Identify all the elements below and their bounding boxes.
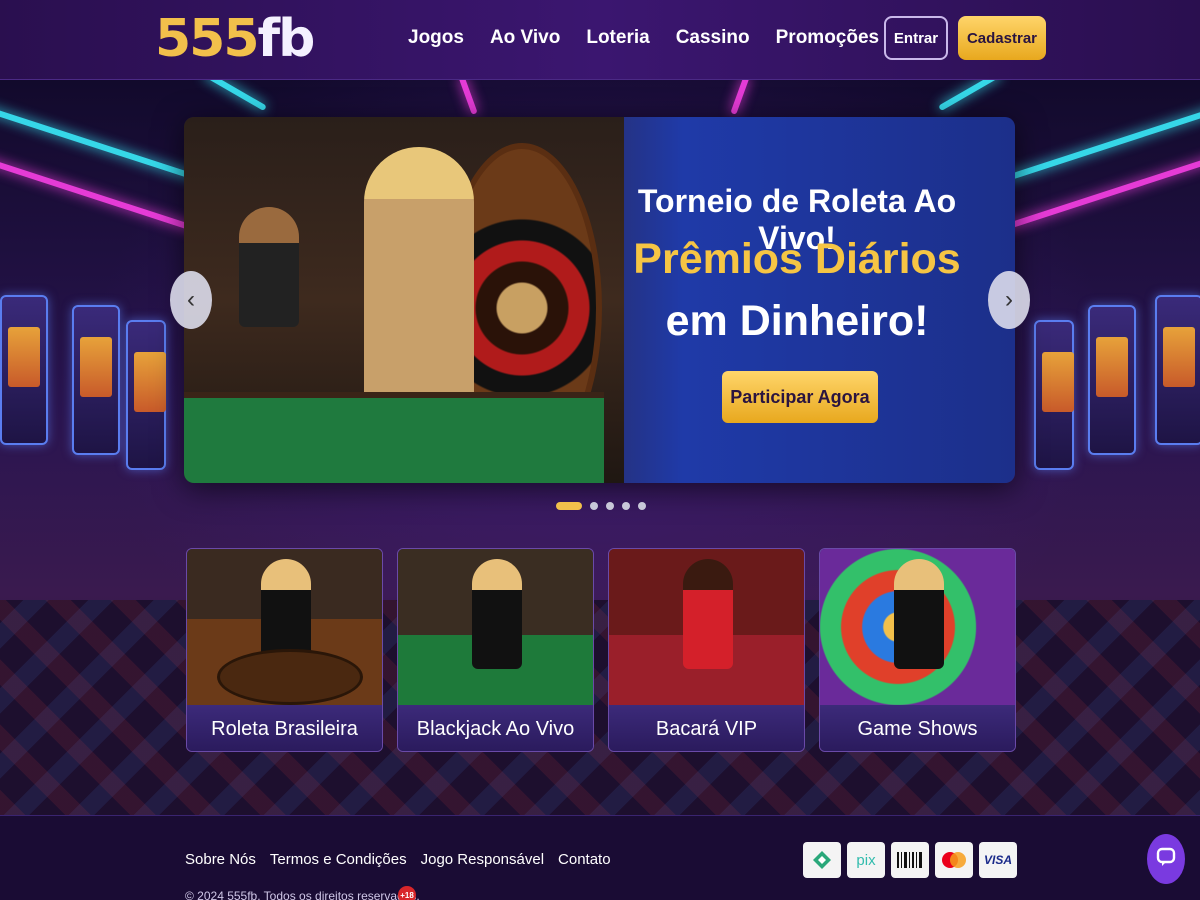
category-card-blackjack[interactable]: Blackjack Ao Vivo [397,548,594,752]
age-restriction-badge: +18 [398,886,416,900]
carousel-dot[interactable] [638,502,646,510]
dealer-image [472,559,522,669]
carousel-dot[interactable] [606,502,614,510]
visa-icon: VISA [979,842,1017,878]
category-card-bacara[interactable]: Bacará VIP [608,548,805,752]
chevron-right-icon: › [1005,286,1013,313]
neon-light [203,80,267,112]
dealer-image [364,147,474,407]
logo-number: 555 [155,9,260,69]
footer-link-contact[interactable]: Contato [558,851,611,868]
neon-light [999,154,1200,232]
signup-button[interactable]: Cadastrar [958,16,1046,60]
neon-light [938,80,1002,112]
hero-subtitle: em Dinheiro! [665,297,929,345]
carousel-dots [556,502,646,510]
chat-support-button[interactable] [1147,834,1185,884]
card-image [820,549,1015,705]
dealer-image [261,559,311,669]
footer-link-responsible[interactable]: Jogo Responsável [421,851,544,868]
card-image [187,549,382,705]
copyright-text: © 2024 555fb. Todos os direitos reservad… [185,889,420,900]
host-image [894,559,944,669]
slot-machine [1034,320,1074,470]
roulette-table-image [184,392,604,483]
footer-link-about[interactable]: Sobre Nós [185,851,256,868]
card-image [398,549,593,705]
nav-cassino[interactable]: Cassino [676,27,750,49]
slot-machine [72,305,120,455]
carousel-prev-button[interactable]: ‹ [170,271,212,329]
chat-icon [1155,846,1177,873]
neon-light [0,106,196,180]
carousel-dot[interactable] [622,502,630,510]
slot-machine [126,320,166,470]
roulette-scene [184,117,624,483]
pix-icon: pix [847,842,885,878]
neon-light [730,80,750,115]
card-label: Roleta Brasileira [187,705,382,751]
card-image [609,549,804,705]
boleto-icon [891,842,929,878]
slot-machine [1088,305,1136,455]
carousel-dot[interactable] [590,502,598,510]
slot-machine [0,295,48,445]
card-label: Game Shows [820,705,1015,751]
neon-light [458,80,478,115]
category-card-roleta[interactable]: Roleta Brasileira [186,548,383,752]
hero-banner[interactable]: Torneio de Roleta Ao Vivo! Prêmios Diári… [184,117,1015,483]
slot-machine [1155,295,1200,445]
card-label: Bacará VIP [609,705,804,751]
logo-text: fb [257,9,316,69]
footer-link-terms[interactable]: Termos e Condições [270,851,407,868]
login-button[interactable]: Entrar [884,16,948,60]
mastercard-icon [935,842,973,878]
top-header: 555fb Jogos Ao Vivo Loteria Cassino Prom… [0,0,1200,80]
carousel-dot[interactable] [556,502,582,510]
card-label: Blackjack Ao Vivo [398,705,593,751]
carousel-next-button[interactable]: › [988,271,1030,329]
bank-icon [803,842,841,878]
category-cards: Roleta Brasileira Blackjack Ao Vivo Baca… [186,548,1016,752]
nav-jogos[interactable]: Jogos [408,27,464,49]
chevron-left-icon: ‹ [187,286,195,313]
dealer-image [239,207,299,327]
hero-subtitle: Prêmios Diários [633,235,961,283]
footer-links: Sobre Nós Termos e Condições Jogo Respon… [185,851,611,868]
dealer-image [683,559,733,669]
logo[interactable]: 555fb [155,9,316,69]
main-nav: Jogos Ao Vivo Loteria Cassino Promoções [408,27,879,49]
footer: Sobre Nós Termos e Condições Jogo Respon… [0,815,1200,900]
nav-ao-vivo[interactable]: Ao Vivo [490,27,560,49]
payment-methods: pix VISA [803,842,1017,878]
participate-button[interactable]: Participar Agora [722,371,878,423]
nav-loteria[interactable]: Loteria [586,27,649,49]
nav-promocoes[interactable]: Promoções [776,27,879,49]
category-card-gameshows[interactable]: Game Shows [819,548,1016,752]
